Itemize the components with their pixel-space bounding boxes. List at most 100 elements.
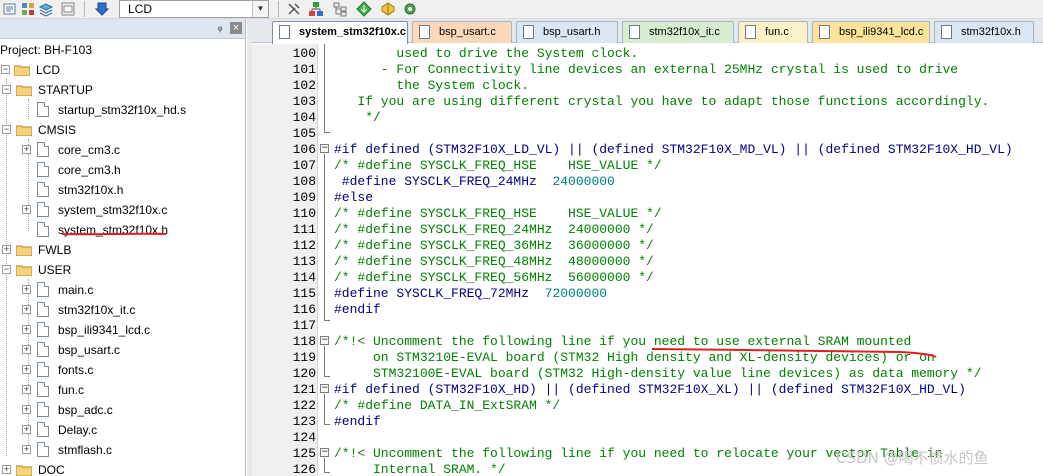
line-number: 104 xyxy=(292,110,316,125)
fold-collapse-icon[interactable]: − xyxy=(320,144,329,153)
tree-file[interactable]: + core_cm3.c xyxy=(0,140,245,160)
tools-icon[interactable] xyxy=(286,1,302,17)
code-line[interactable]: STM32100E-EVAL board (STM32 High-density… xyxy=(334,366,982,382)
tree-file[interactable]: + fun.c xyxy=(0,380,245,400)
code-line[interactable]: /* #define SYSCLK_FREQ_36MHz 36000000 */ xyxy=(334,238,654,254)
tree-file[interactable]: stm32f10x.h xyxy=(0,180,245,200)
settings-icon[interactable] xyxy=(402,1,418,17)
tree-file[interactable]: + stm32f10x_it.c xyxy=(0,300,245,320)
code-line[interactable]: /* #define SYSCLK_FREQ_48MHz 48000000 */ xyxy=(334,254,654,270)
tree-file[interactable]: + bsp_adc.c xyxy=(0,400,245,420)
code-line[interactable]: /* #define SYSCLK_FREQ_56MHz 56000000 */ xyxy=(334,270,654,286)
code-line[interactable]: #else xyxy=(334,190,373,206)
expand-icon[interactable]: + xyxy=(22,385,31,394)
folder-icon xyxy=(16,245,32,256)
file-icon xyxy=(629,25,640,39)
tree-group-cmsis[interactable]: − CMSIS xyxy=(0,120,245,140)
expand-icon[interactable]: + xyxy=(22,345,31,354)
debug-icon[interactable] xyxy=(380,1,396,17)
expand-icon[interactable]: + xyxy=(2,245,11,254)
pack-installer-icon[interactable] xyxy=(356,1,372,17)
fold-collapse-icon[interactable]: − xyxy=(320,336,329,345)
expand-icon[interactable]: + xyxy=(22,205,31,214)
fold-collapse-icon[interactable]: − xyxy=(320,448,329,457)
options-icon[interactable] xyxy=(2,1,18,17)
code-line[interactable]: /* #define DATA_IN_ExtSRAM */ xyxy=(334,398,560,414)
code-line[interactable]: /* #define SYSCLK_FREQ_HSE HSE_VALUE */ xyxy=(334,158,662,174)
code-line[interactable]: Internal SRAM. */ xyxy=(334,462,506,476)
code-line[interactable]: #if defined (STM32F10X_LD_VL) || (define… xyxy=(334,142,1013,158)
tree-file[interactable]: + bsp_ili9341_lcd.c xyxy=(0,320,245,340)
pin-icon[interactable]: ᵩ xyxy=(214,21,226,35)
tab-system-stm32f10x-c[interactable]: system_stm32f10x.c xyxy=(272,21,408,44)
file-icon xyxy=(37,222,49,237)
tree-label: stmflash.c xyxy=(58,443,113,457)
tree-label: LCD xyxy=(36,63,61,77)
code-line[interactable]: the System clock. xyxy=(334,78,529,94)
project-panel-header: ᵩ × xyxy=(0,19,245,39)
tree-file[interactable]: + bsp_usart.c xyxy=(0,340,245,360)
fold-end xyxy=(324,132,330,133)
expand-icon[interactable]: + xyxy=(22,285,31,294)
tree-file[interactable]: + fonts.c xyxy=(0,360,245,380)
target-select[interactable]: LCD ▼ xyxy=(119,0,269,18)
tab-bsp-usart-h[interactable]: bsp_usart.h xyxy=(516,21,618,43)
tree-file[interactable]: + main.c xyxy=(0,280,245,300)
code-line[interactable]: #endif xyxy=(334,302,381,318)
code-line[interactable]: used to drive the System clock. xyxy=(334,46,638,62)
tree-file[interactable]: + Delay.c xyxy=(0,420,245,440)
expand-icon[interactable]: + xyxy=(22,325,31,334)
expand-icon[interactable]: + xyxy=(22,305,31,314)
tree-label: Delay.c xyxy=(58,423,98,437)
code-line[interactable]: #define SYSCLK_FREQ_72MHz 72000000 xyxy=(334,286,607,302)
tree-group-startup[interactable]: − STARTUP xyxy=(0,80,245,100)
expand-icon[interactable]: + xyxy=(22,425,31,434)
code-line[interactable]: If you are using different crystal you h… xyxy=(334,94,989,110)
tree-label: core_cm3.c xyxy=(58,143,121,157)
collapse-icon[interactable]: − xyxy=(2,125,11,134)
download-icon[interactable] xyxy=(94,1,110,17)
manage-components-icon[interactable] xyxy=(20,1,36,17)
code-line[interactable]: /* #define SYSCLK_FREQ_HSE HSE_VALUE */ xyxy=(334,206,662,222)
project-root[interactable]: Project: BH-F103 xyxy=(0,40,245,60)
code-line[interactable]: #if defined (STM32F10X_HD) || (defined S… xyxy=(334,382,966,398)
tree-target-lcd[interactable]: − LCD xyxy=(0,60,245,80)
tab-bsp-usart-c[interactable]: bsp_usart.c xyxy=(412,21,512,43)
tree-file[interactable]: system_stm32f10x.h xyxy=(0,220,245,240)
code-line[interactable]: /* #define SYSCLK_FREQ_24MHz 24000000 */ xyxy=(334,222,654,238)
code-line[interactable]: #define SYSCLK_FREQ_24MHz 24000000 xyxy=(334,174,615,190)
tree-file-selected[interactable]: + system_stm32f10x.c xyxy=(0,200,245,220)
fold-end xyxy=(324,320,330,321)
tab-bsp-ili9341-lcd-c[interactable]: bsp_ili9341_lcd.c xyxy=(812,21,930,43)
tree-group-user[interactable]: − USER xyxy=(0,260,245,280)
chevron-down-icon[interactable]: ▼ xyxy=(252,1,268,17)
collapse-icon[interactable]: − xyxy=(2,85,11,94)
code-line[interactable]: #endif xyxy=(334,414,381,430)
line-number: 107 xyxy=(292,158,316,173)
tab-fun-c[interactable]: fun.c xyxy=(738,21,808,43)
tree-file[interactable]: + stmflash.c xyxy=(0,440,245,460)
code-line[interactable]: - For Connectivity line devices an exter… xyxy=(334,62,958,78)
hierarchy-icon[interactable] xyxy=(332,1,348,17)
code-line[interactable]: */ xyxy=(334,110,381,126)
tree-file[interactable]: core_cm3.h xyxy=(0,160,245,180)
file-icon xyxy=(819,25,830,39)
layers-icon[interactable] xyxy=(38,1,54,17)
collapse-icon[interactable]: − xyxy=(2,265,11,274)
tree-group-fwlb[interactable]: + FWLB xyxy=(0,240,245,260)
expand-icon[interactable]: + xyxy=(22,145,31,154)
expand-icon[interactable]: + xyxy=(22,365,31,374)
fold-collapse-icon[interactable]: − xyxy=(320,384,329,393)
expand-icon[interactable]: + xyxy=(2,465,11,474)
expand-icon[interactable]: + xyxy=(22,445,31,454)
expand-icon[interactable]: + xyxy=(22,405,31,414)
file-extensions-icon[interactable] xyxy=(60,1,76,17)
component-tree-icon[interactable] xyxy=(308,1,324,17)
close-icon[interactable]: × xyxy=(230,22,242,34)
tree-file-startup[interactable]: startup_stm32f10x_hd.s xyxy=(0,100,245,120)
collapse-icon[interactable]: − xyxy=(1,65,10,74)
code-editor[interactable]: used to drive the System clock. - For Co… xyxy=(252,44,1043,476)
tree-group-doc[interactable]: + DOC xyxy=(0,460,245,476)
tab-stm32f10x-it-c[interactable]: stm32f10x_it.c xyxy=(622,21,734,43)
tab-stm32f10x-h[interactable]: stm32f10x.h xyxy=(934,21,1034,43)
